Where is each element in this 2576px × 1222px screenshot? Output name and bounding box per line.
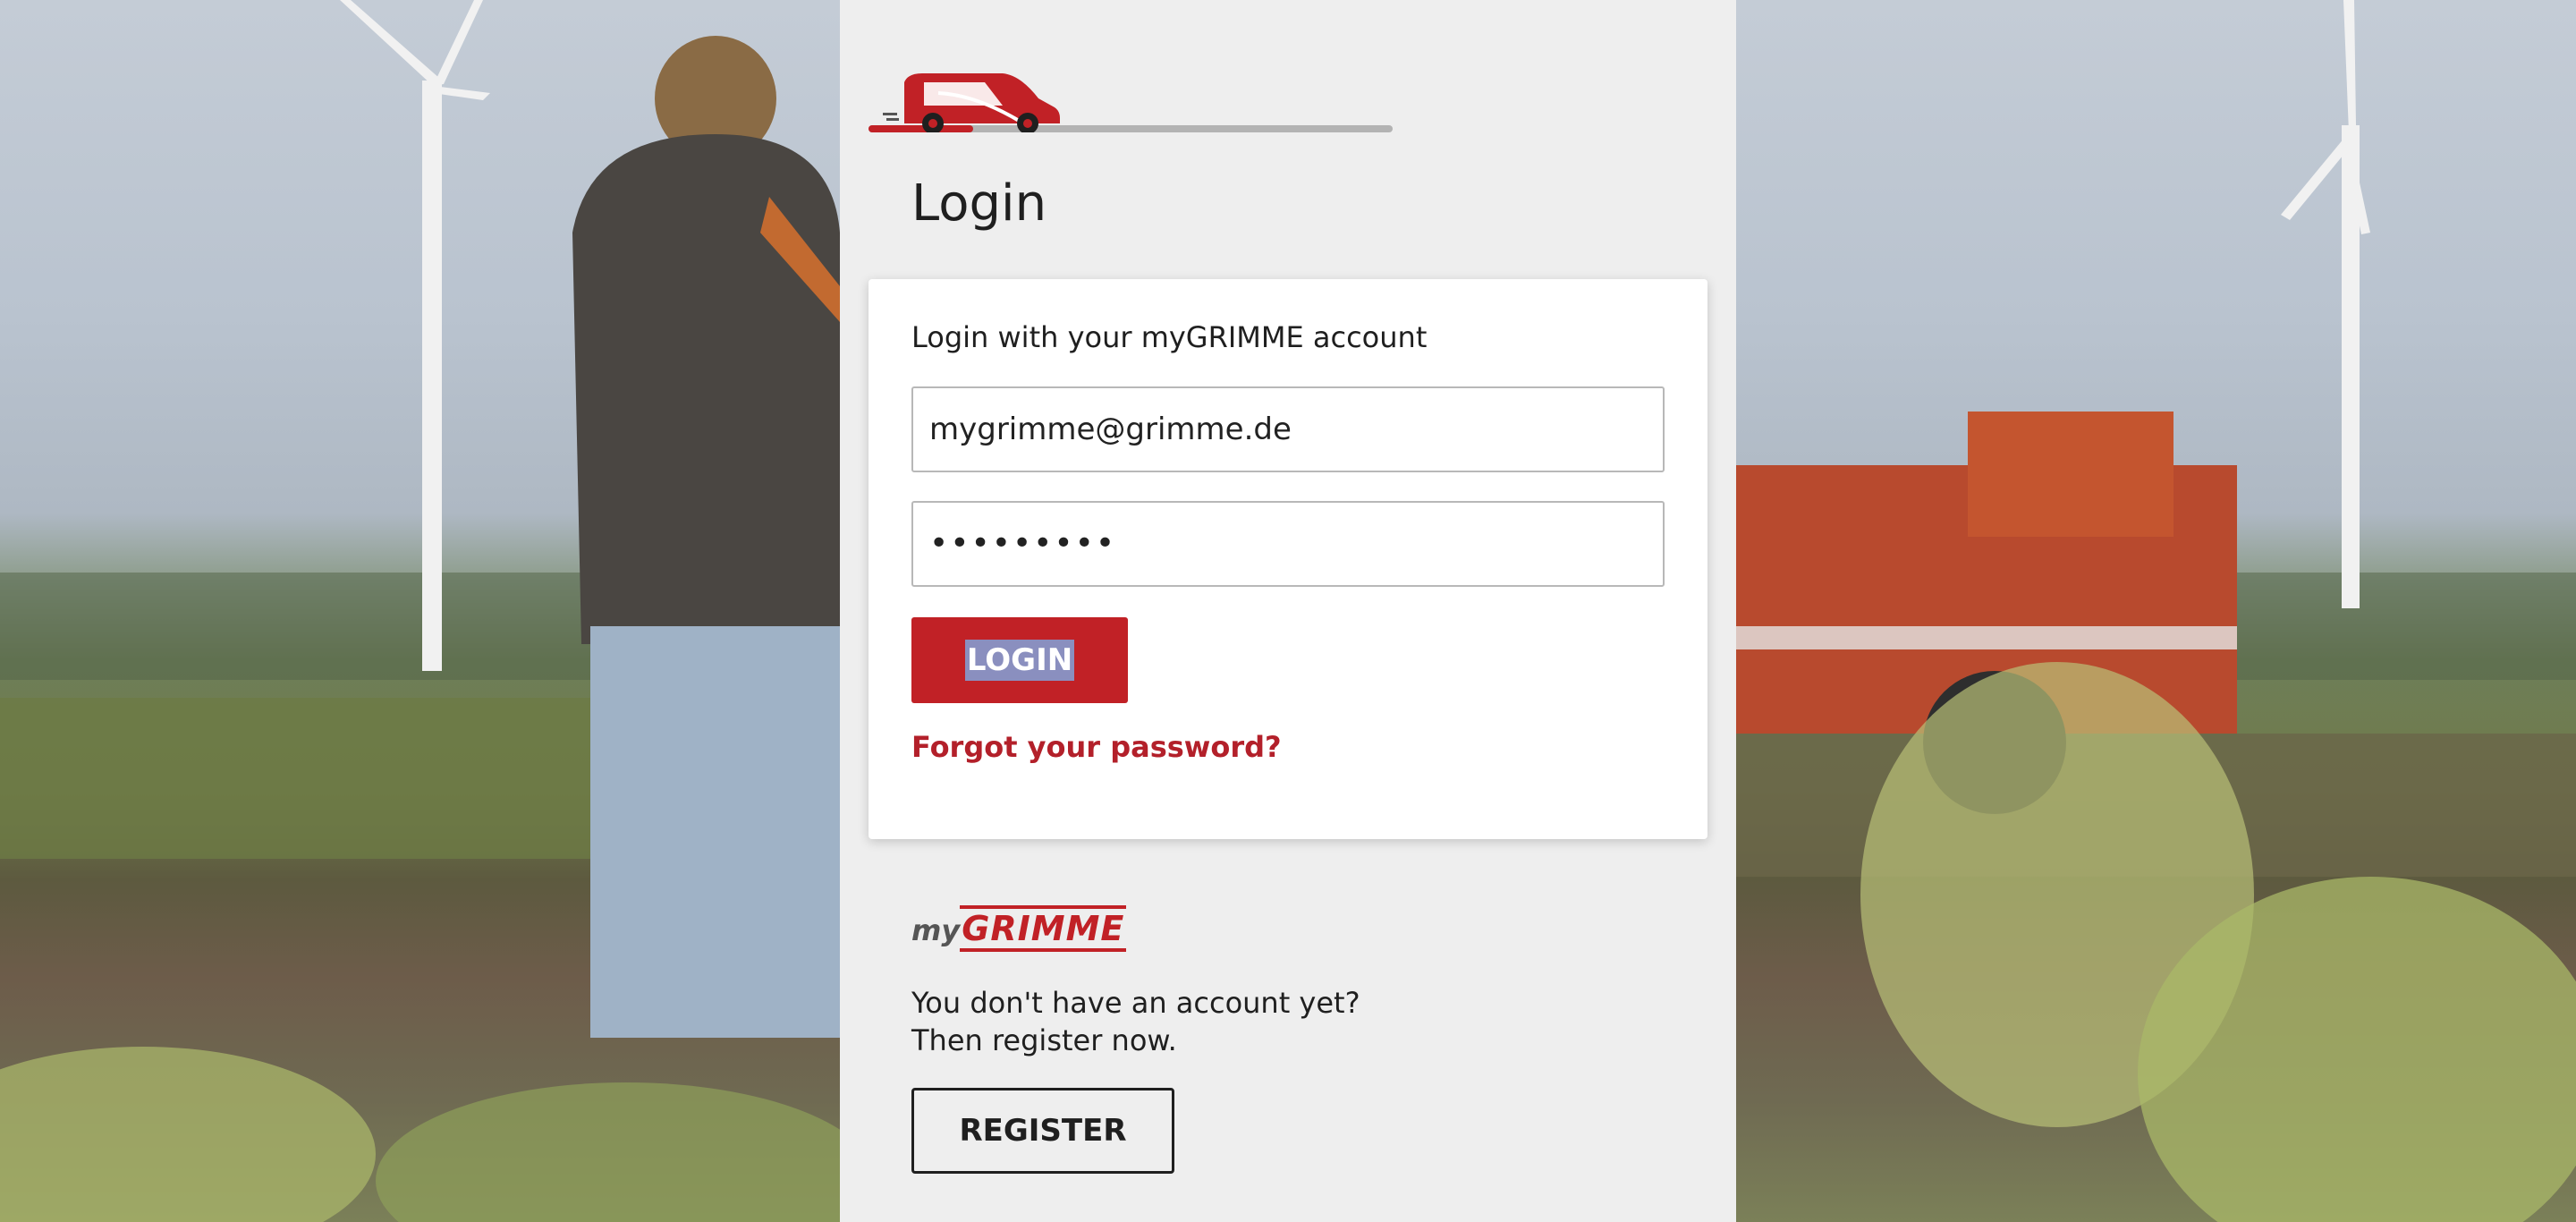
forgot-password-link[interactable]: Forgot your password? — [911, 730, 1282, 764]
login-panel: Login Login with your myGRIMME account m… — [840, 0, 1736, 1222]
register-prompt: You don't have an account yet? Then regi… — [911, 984, 1360, 1059]
login-button[interactable]: LOGIN — [911, 617, 1128, 703]
van-icon — [883, 73, 1060, 132]
login-card-heading: Login with your myGRIMME account — [911, 320, 1428, 354]
register-button[interactable]: REGISTER — [911, 1088, 1174, 1174]
logo-grimme: GRIMME — [960, 905, 1127, 952]
logo-my: my — [911, 913, 961, 947]
mygrimme-logo: myGRIMME — [911, 905, 1127, 955]
email-field[interactable]: mygrimme@grimme.de — [911, 386, 1665, 472]
login-card: Login with your myGRIMME account mygrimm… — [869, 279, 1707, 839]
password-field[interactable]: ••••••••• — [911, 501, 1665, 587]
login-button-label: LOGIN — [964, 640, 1075, 681]
page-title: Login — [911, 174, 1047, 233]
register-line-2: Then register now. — [911, 1023, 1177, 1057]
register-line-1: You don't have an account yet? — [911, 986, 1360, 1020]
